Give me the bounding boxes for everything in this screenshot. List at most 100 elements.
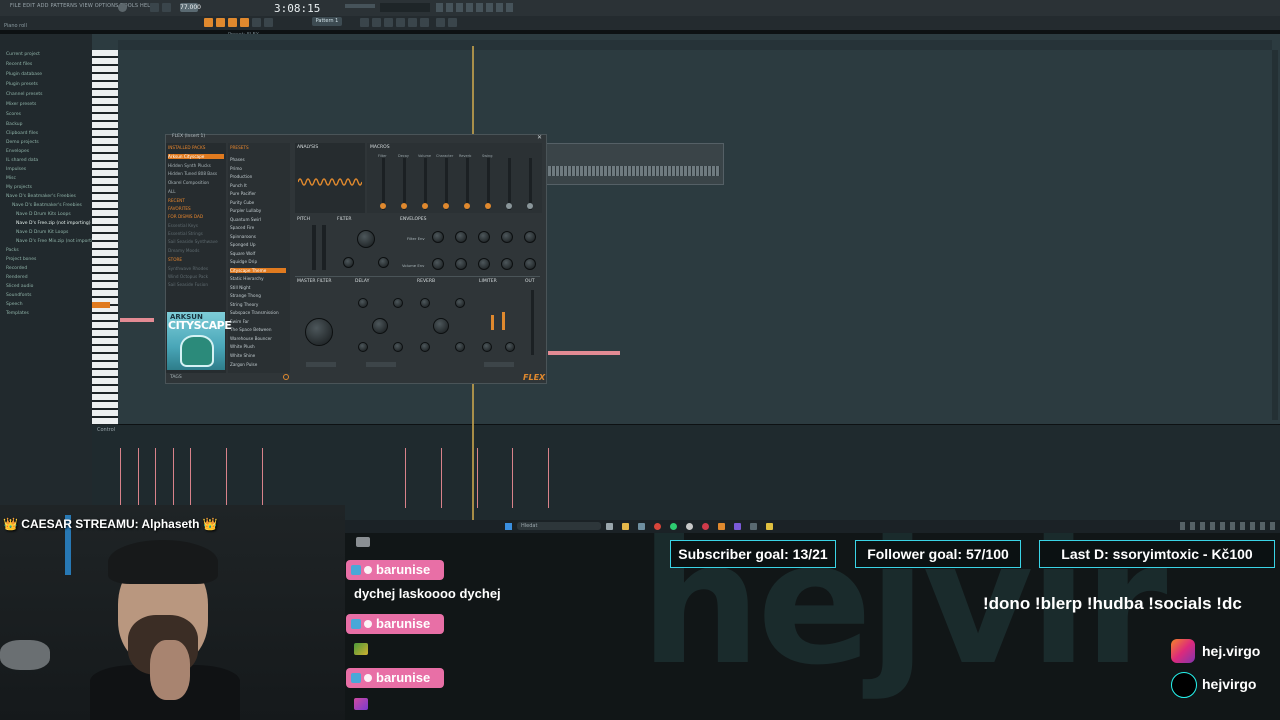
preset-item[interactable]: Phases [230,157,245,162]
browser-item[interactable]: Nave D's Free Mix.zip (not importing) [16,239,100,244]
preset-item[interactable]: Quantum Swirl [230,217,261,222]
browser-item[interactable]: Recorded [6,266,27,271]
channel-mini-window[interactable] [546,143,724,185]
pitch-wheel[interactable] [312,225,316,270]
pack-item[interactable]: Sail Seaside Synthwave [168,239,218,244]
browser-item[interactable]: Nave D's Beatmaker's Freebies [6,194,76,199]
delay-knob[interactable] [393,298,403,308]
env-knob[interactable] [478,231,490,243]
preset-item[interactable]: Warehouse Bouncer [230,336,272,341]
preset-item[interactable]: White Plush [230,344,255,349]
mod-wheel[interactable] [322,225,326,270]
env-knob[interactable] [432,231,444,243]
pack-item[interactable]: Dreamy Moods [168,248,199,253]
save-button[interactable] [448,18,457,27]
mixer-view-button[interactable] [396,18,405,27]
reverb-knob[interactable] [433,318,449,334]
control-label[interactable]: Control [97,427,115,433]
preset-item[interactable]: Static Hierarchy [230,276,264,281]
pack-item[interactable]: STORE [168,257,182,262]
velocity-bar[interactable] [262,448,263,508]
play-button[interactable] [150,3,159,12]
browser-item[interactable]: Nave D Drum Kits Loops [16,212,71,217]
velocity-bar[interactable] [173,448,174,508]
browser-item[interactable]: Speech [6,302,23,307]
vertical-scrollbar[interactable] [1272,50,1278,420]
preset-item[interactable]: White Shine [230,353,255,358]
preset-item[interactable]: Pure Pacifier [230,191,256,196]
limiter-knob[interactable] [505,342,515,352]
pack-item[interactable]: ALL [168,189,176,194]
preset-item[interactable]: Punch It [230,183,247,188]
timeline-ruler[interactable] [118,40,1272,50]
env-knob[interactable] [501,231,513,243]
macro-slider-handle[interactable] [506,203,512,209]
search-icon[interactable] [283,374,289,380]
env-knob[interactable] [524,258,536,270]
snap-button[interactable] [228,18,237,27]
close-icon[interactable]: ✕ [537,134,542,141]
pack-item[interactable]: Hidden Synth Plucks [168,163,211,168]
reverb-knob[interactable] [455,298,465,308]
master-cutoff-knob[interactable] [305,318,333,346]
typing-keyboard-button[interactable] [252,18,261,27]
reverb-knob[interactable] [420,298,430,308]
preset-item[interactable]: Zargon Pulse [230,362,257,367]
macro-slider-handle[interactable] [401,203,407,209]
pattern-mode-button[interactable] [204,18,213,27]
preset-item[interactable]: Sponged Up [230,242,255,247]
preset-item[interactable]: Purpler Lullaby [230,208,261,213]
preset-item[interactable]: The Space Between [230,327,272,332]
pack-item[interactable]: Wind Octopus Pack [168,274,208,279]
tags-label[interactable]: TAGS [170,375,182,380]
res-knob[interactable] [343,257,354,268]
browser-item[interactable]: Nave D's Beatmaker's Freebies [12,203,82,208]
pack-item[interactable]: FAVORITES [168,206,191,211]
delay-knob[interactable] [358,342,368,352]
pattern-selector[interactable]: Pattern 1 [312,17,342,26]
macro-slider-handle[interactable] [422,203,428,209]
velocity-bar[interactable] [138,448,139,508]
pianoroll-view-button[interactable] [372,18,381,27]
velocity-bar[interactable] [190,448,191,508]
reverb-knob[interactable] [420,342,430,352]
browser-item[interactable]: Project bones [6,257,36,262]
reverb-knob[interactable] [455,342,465,352]
system-tray[interactable] [1180,522,1275,530]
browser-item[interactable]: Current project [6,52,40,57]
browser-item[interactable]: Templates [6,311,29,316]
browser-item[interactable]: My projects [6,185,32,190]
env-knob[interactable] [478,258,490,270]
velocity-bar[interactable] [512,448,513,508]
mini-keyboard[interactable] [548,166,720,176]
delay-knob[interactable] [372,318,388,334]
browser-item[interactable]: Rendered [6,275,28,280]
browser-item[interactable]: Plugin database [6,72,42,77]
daw-menu[interactable]: FILE EDIT ADD PATTERNS VIEW OPTIONS TOOL… [10,3,154,9]
preset-item[interactable]: Spinnaroons [230,234,256,239]
song-mode-button[interactable] [216,18,225,27]
browser-item[interactable]: Soundfonts [6,293,31,298]
browser-item[interactable]: Clipboard files [6,131,38,136]
pack-item[interactable]: Okarel Composition [168,180,209,185]
pack-item[interactable]: Synthwave Rhodes [168,266,208,271]
browser-item[interactable]: Plugin presets [6,82,38,87]
limiter-knob[interactable] [482,342,492,352]
preset-item[interactable]: Primo [230,166,242,171]
velocity-bar[interactable] [405,448,406,508]
browser-item[interactable]: Nave D Drum Kit Loops [16,230,68,235]
velocity-bar[interactable] [155,448,156,508]
velocity-bar[interactable] [441,448,442,508]
browser-item[interactable]: Envelopes [6,149,29,154]
preset-item[interactable]: String Theory [230,302,258,307]
velocity-bar[interactable] [226,448,227,508]
limiter-type-button[interactable] [484,362,514,367]
velocity-bar[interactable] [120,448,121,508]
delay-knob[interactable] [358,298,368,308]
preset-item[interactable]: Swim Far [230,319,249,324]
browser-item[interactable]: Sliced audio [6,284,33,289]
browser-item[interactable]: Nave D's Free.zip (not importing) [16,221,90,226]
browser-item[interactable]: Demo projects [6,140,39,145]
flex-window-title[interactable]: FLEX (Insert 1) [172,134,205,139]
reverb-type-button[interactable] [366,362,396,367]
